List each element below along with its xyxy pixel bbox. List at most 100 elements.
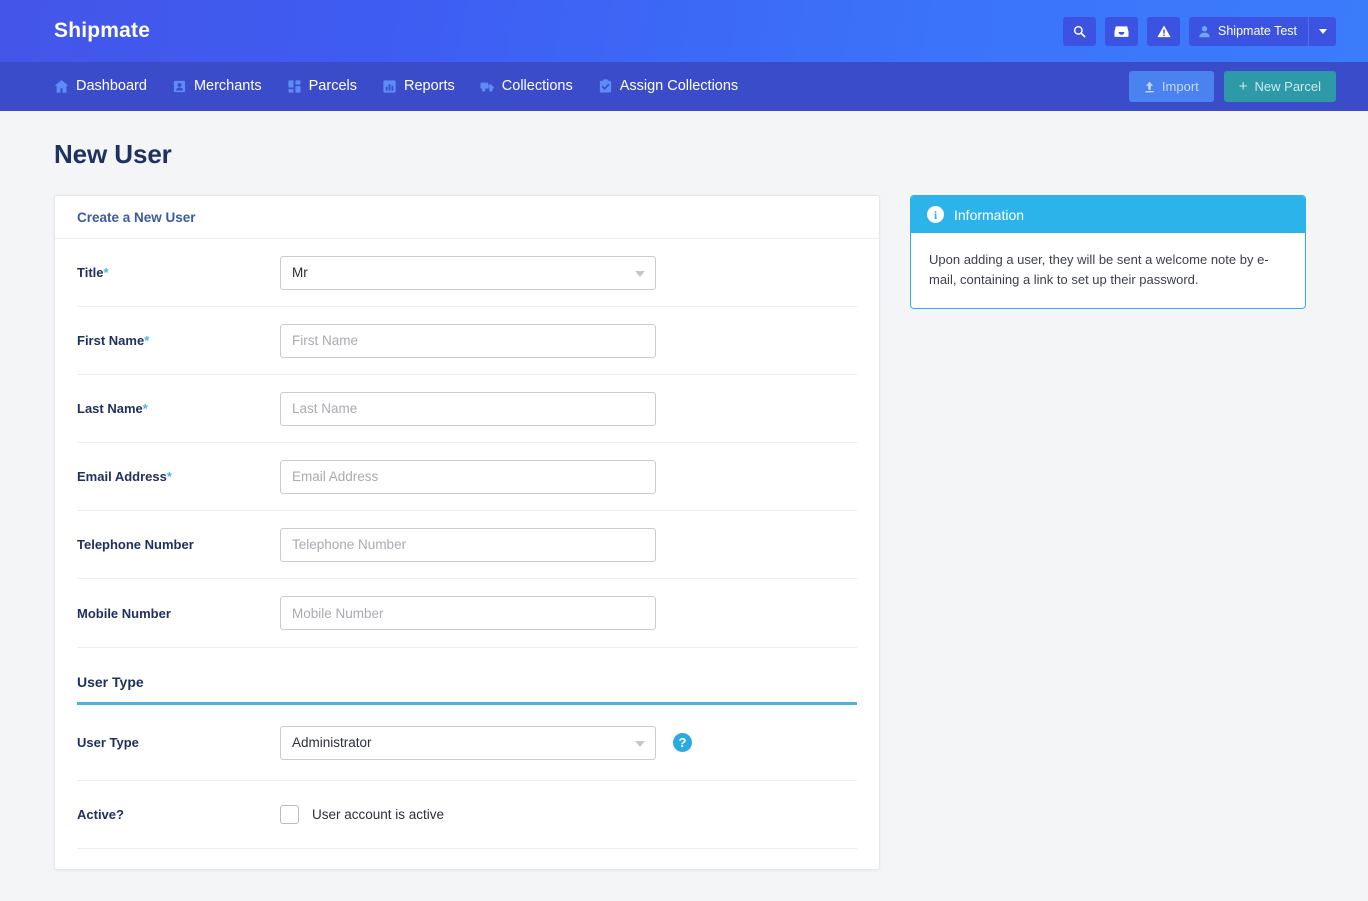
warning-icon <box>1156 25 1171 37</box>
information-panel-body: Upon adding a user, they will be sent a … <box>929 252 1269 287</box>
card-title: Create a New User <box>55 196 879 239</box>
label-text: First Name <box>77 333 145 348</box>
field-row-title: Title* Mr <box>77 239 857 307</box>
section-heading-user-type: User Type <box>77 674 857 705</box>
control-first-name <box>280 323 857 358</box>
question-circle-icon[interactable]: ? <box>673 733 692 752</box>
grid-icon <box>288 80 301 93</box>
content-columns: Create a New User Title* Mr First Name* … <box>54 195 1314 870</box>
label-text: Telephone Number <box>77 537 194 552</box>
upload-icon <box>1145 81 1154 92</box>
nav-label: Reports <box>404 78 455 95</box>
user-type-select-wrap: Administrator <box>280 725 656 760</box>
nav-label: Parcels <box>308 78 357 95</box>
control-title: Mr <box>280 255 857 290</box>
plus-icon: + <box>1238 78 1248 95</box>
field-row-active: Active? User account is active <box>77 781 857 849</box>
field-row-last-name: Last Name* <box>77 375 857 443</box>
page-title: New User <box>54 139 172 169</box>
required-marker: * <box>144 333 150 348</box>
user-icon <box>1199 25 1210 37</box>
active-checkbox-row: User account is active <box>280 805 444 824</box>
control-email <box>280 459 857 494</box>
telephone-input[interactable] <box>280 527 656 562</box>
main-column: Create a New User Title* Mr First Name* … <box>54 195 880 870</box>
label-text: Mobile Number <box>77 605 171 621</box>
first-name-input[interactable] <box>280 323 656 358</box>
search-button[interactable] <box>1063 16 1097 46</box>
control-active: User account is active <box>280 805 857 824</box>
label-text: Email Address <box>77 469 167 484</box>
bar-chart-icon <box>383 80 396 93</box>
id-card-icon <box>173 80 186 93</box>
user-menu-caret-button[interactable] <box>1308 16 1336 46</box>
main-navigation: Dashboard Merchants Parcels Reports Coll… <box>0 62 1368 111</box>
truck-icon <box>480 82 494 92</box>
user-type-select[interactable]: Administrator <box>280 725 656 760</box>
nav-item-dashboard[interactable]: Dashboard <box>54 79 147 94</box>
brand-logo[interactable]: Shipmate <box>54 19 150 43</box>
required-marker: * <box>103 265 109 280</box>
label-first-name: First Name* <box>77 333 280 348</box>
label-last-name: Last Name* <box>77 401 280 416</box>
clipboard-check-icon <box>599 79 611 93</box>
nav-item-parcels[interactable]: Parcels <box>287 79 357 94</box>
import-label: Import <box>1161 79 1199 94</box>
search-icon <box>1073 25 1086 37</box>
label-text: Title <box>77 265 104 280</box>
inbox-button[interactable] <box>1105 16 1139 46</box>
import-button[interactable]: Import <box>1128 71 1214 102</box>
card-body: Title* Mr First Name* First Name Last Na… <box>55 239 879 869</box>
required-marker: * <box>166 469 172 484</box>
nav-label: Dashboard <box>76 78 147 95</box>
required-marker: * <box>142 401 148 416</box>
email-input[interactable] <box>280 459 656 494</box>
mobile-input[interactable] <box>280 596 656 630</box>
control-last-name <box>280 391 857 426</box>
field-row-mobile: Mobile Number <box>77 579 857 647</box>
nav-actions: Import + New Parcel <box>1128 71 1336 102</box>
control-telephone <box>280 527 857 562</box>
control-user-type: Administrator ? <box>280 725 857 760</box>
topbar-actions: Shipmate Test <box>1054 16 1336 46</box>
field-row-email: Email Address* <box>77 443 857 511</box>
label-telephone: Telephone Number <box>77 537 280 552</box>
user-menu-button[interactable]: Shipmate Test <box>1189 16 1308 46</box>
nav-item-merchants[interactable]: Merchants <box>172 79 262 94</box>
label-mobile: Mobile Number <box>77 606 280 621</box>
title-select-wrap: Mr <box>280 255 656 290</box>
inbox-icon <box>1114 25 1129 37</box>
field-row-spacer <box>77 849 857 869</box>
nav-items: Dashboard Merchants Parcels Reports Coll… <box>54 79 738 94</box>
nav-label: Collections <box>501 78 573 95</box>
label-email: Email Address* <box>77 469 280 484</box>
information-panel-header: i Information <box>911 196 1305 233</box>
label-active: Active? <box>77 807 124 822</box>
create-user-card: Create a New User Title* Mr First Name* … <box>54 195 880 870</box>
information-panel: i Information Upon adding a user, they w… <box>910 195 1306 309</box>
title-select[interactable]: Mr <box>280 255 656 290</box>
nav-item-reports[interactable]: Reports <box>382 79 455 94</box>
home-icon <box>54 79 69 93</box>
label-user-type: User Type <box>77 735 139 750</box>
control-mobile <box>280 596 857 630</box>
nav-item-collections[interactable]: Collections <box>480 79 573 94</box>
active-checkbox[interactable] <box>280 805 299 824</box>
field-row-user-type: User Type Administrator ? <box>77 705 857 781</box>
user-type-section: User Type <box>77 647 857 705</box>
info-circle-icon: i <box>927 206 944 223</box>
information-panel-title: Information <box>954 206 1025 223</box>
nav-item-assign-collections[interactable]: Assign Collections <box>598 79 738 94</box>
page-content: New User Create a New User Title* Mr Fir… <box>0 111 1368 870</box>
active-checkbox-label[interactable]: User account is active <box>312 807 444 822</box>
side-column: i Information Upon adding a user, they w… <box>910 195 1306 309</box>
nav-label: Merchants <box>193 78 262 95</box>
alerts-button[interactable] <box>1147 16 1181 46</box>
user-menu-label: Shipmate Test <box>1218 24 1297 38</box>
new-parcel-label: New Parcel <box>1254 79 1321 94</box>
last-name-input[interactable] <box>280 391 656 426</box>
label-text: Last Name <box>77 401 143 416</box>
new-parcel-button[interactable]: + New Parcel <box>1223 71 1336 102</box>
nav-label: Assign Collections <box>619 78 739 95</box>
chevron-down-icon <box>1318 28 1327 34</box>
